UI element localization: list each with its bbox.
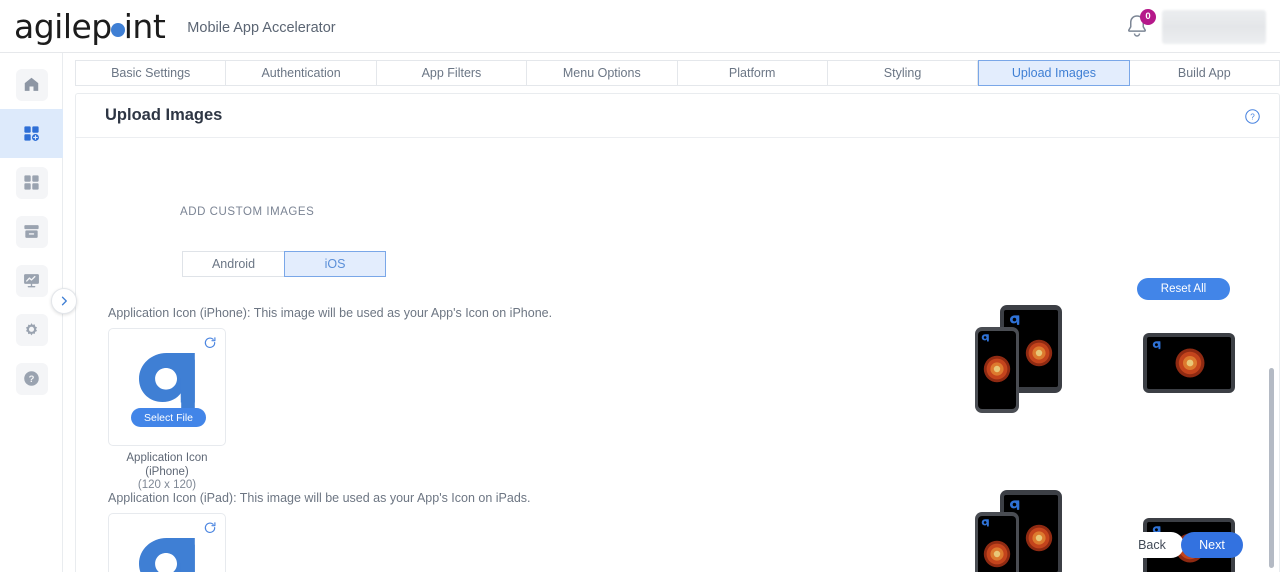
upload-images-panel: Upload Images ? ADD CUSTOM IMAGES Androi… [75,93,1280,572]
tab-label: Authentication [261,66,341,80]
archive-icon [15,215,48,248]
image-upload-card[interactable]: Select File [108,513,226,572]
notifications-button[interactable]: 0 [1122,8,1156,42]
left-sidebar: ? [0,53,63,572]
device-preview-tablet-landscape [1142,332,1236,399]
svg-text:?: ? [29,374,35,385]
tab-label: Styling [883,66,922,80]
top-bar: agilep int Mobile App Accelerator 0 [0,0,1280,53]
device-preview-phone-tablet [973,303,1065,420]
device-preview-phone-tablet [973,488,1065,572]
app-name: Mobile App Accelerator [187,20,336,36]
tab-basic-settings[interactable]: Basic Settings [75,60,227,86]
back-button[interactable]: Back [1120,532,1184,558]
platform-option-label: iOS [324,257,346,271]
platform-option-android[interactable]: Android [182,251,284,277]
home-icon [15,68,48,101]
tab-authentication[interactable]: Authentication [226,60,377,86]
platform-toggle: Android iOS [182,251,386,277]
top-bar-right: 0 [1122,0,1280,53]
tab-build-app[interactable]: Build App [1129,60,1280,86]
svg-text:?: ? [1250,113,1255,122]
reset-all-button[interactable]: Reset All [1137,278,1230,300]
wizard-tabs: Basic Settings Authentication App Filter… [75,60,1280,86]
agilepoint-logo[interactable]: agilep int [14,6,166,46]
tab-label: App Filters [421,66,482,80]
refresh-icon[interactable] [203,336,217,355]
tab-label: Basic Settings [111,66,191,80]
analytics-icon [15,264,48,297]
panel-scrollbar[interactable] [1269,273,1274,572]
app-root: agilep int Mobile App Accelerator 0 ? Ba… [0,0,1280,572]
tab-label: Build App [1177,66,1231,80]
page-title: Upload Images [105,106,223,124]
tab-label: Upload Images [1011,66,1096,80]
panel-help-icon[interactable]: ? [1244,108,1261,130]
help-circle-icon: ? [15,362,48,395]
platform-option-ios[interactable]: iOS [284,251,386,277]
panel-body: ADD CUSTOM IMAGES Android iOS Reset All … [76,138,1279,572]
card-caption: Application Icon (iPhone) (120 x 120) [82,452,252,493]
tab-upload-images[interactable]: Upload Images [978,60,1130,86]
sidebar-item-archive[interactable] [0,207,63,256]
notification-badge: 0 [1140,8,1156,25]
caption-line-2: (iPhone) [145,465,189,478]
caption-line-1: Application Icon [126,452,208,464]
tab-platform[interactable]: Platform [677,60,828,86]
sidebar-item-home[interactable] [0,60,63,109]
app-icon-preview [133,536,203,572]
sidebar-item-app-builder[interactable] [0,109,63,158]
scrollbar-thumb[interactable] [1269,368,1274,568]
row-description: Application Icon (iPhone): This image wi… [108,306,553,320]
gear-icon [15,313,48,346]
panel-header: Upload Images ? [76,94,1279,138]
sidebar-item-settings[interactable] [0,305,63,354]
tab-label: Menu Options [562,66,641,80]
wizard-navigation: Back Next [1120,532,1243,558]
logo-dot-icon [110,22,125,37]
row-description: Application Icon (iPad): This image will… [108,491,531,505]
chevron-right-icon [61,296,67,306]
refresh-icon[interactable] [203,521,217,540]
select-file-button[interactable]: Select File [131,408,206,427]
image-upload-card[interactable]: Select File [108,328,226,446]
platform-option-label: Android [211,257,256,271]
sidebar-expand-button[interactable] [51,288,77,314]
sidebar-item-grid[interactable] [0,158,63,207]
user-account-area[interactable] [1162,9,1266,44]
tab-menu-options[interactable]: Menu Options [527,60,678,86]
logo-text: agilep int [14,6,166,46]
tab-app-filters[interactable]: App Filters [376,60,528,86]
tab-styling[interactable]: Styling [827,60,979,86]
tab-label: Platform [728,66,776,80]
grid-icon [15,166,48,199]
app-add-icon [16,118,48,150]
sidebar-item-help[interactable]: ? [0,354,63,403]
next-button[interactable]: Next [1181,532,1243,558]
section-label: ADD CUSTOM IMAGES [180,206,315,218]
